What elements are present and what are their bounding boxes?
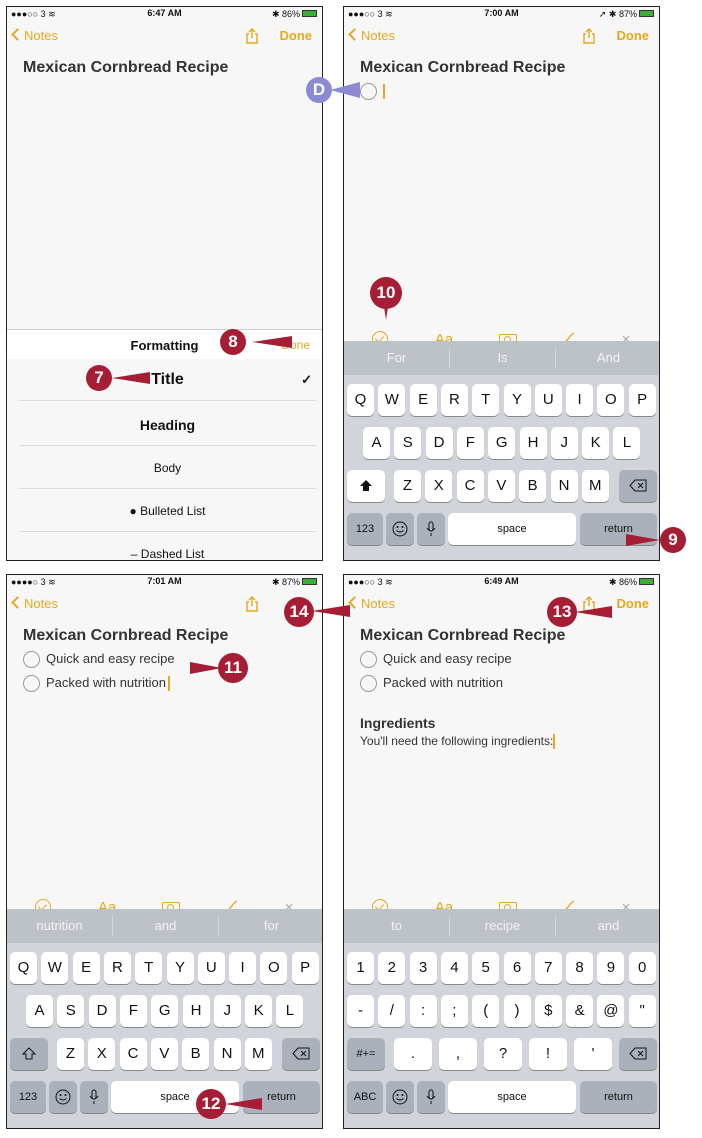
callout-arrow-8 (252, 336, 292, 348)
callout-7: 7 (86, 365, 112, 391)
callout-13: 13 (547, 597, 577, 627)
callout-11: 11 (218, 653, 248, 683)
callout-10: 10 (370, 277, 402, 309)
callout-14: 14 (284, 597, 314, 627)
callout-arrow-D (330, 82, 360, 98)
callout-arrow-7 (112, 372, 150, 384)
callout-arrows (112, 82, 660, 1110)
callout-arrow-13 (575, 606, 612, 618)
callout-arrow-9 (626, 534, 660, 546)
callout-9: 9 (660, 527, 686, 553)
callout-arrow-14 (312, 605, 350, 617)
callout-arrow-12 (225, 1098, 262, 1110)
callout-8: 8 (220, 329, 246, 355)
callout-12: 12 (196, 1089, 226, 1119)
callout-D: D (306, 77, 332, 103)
